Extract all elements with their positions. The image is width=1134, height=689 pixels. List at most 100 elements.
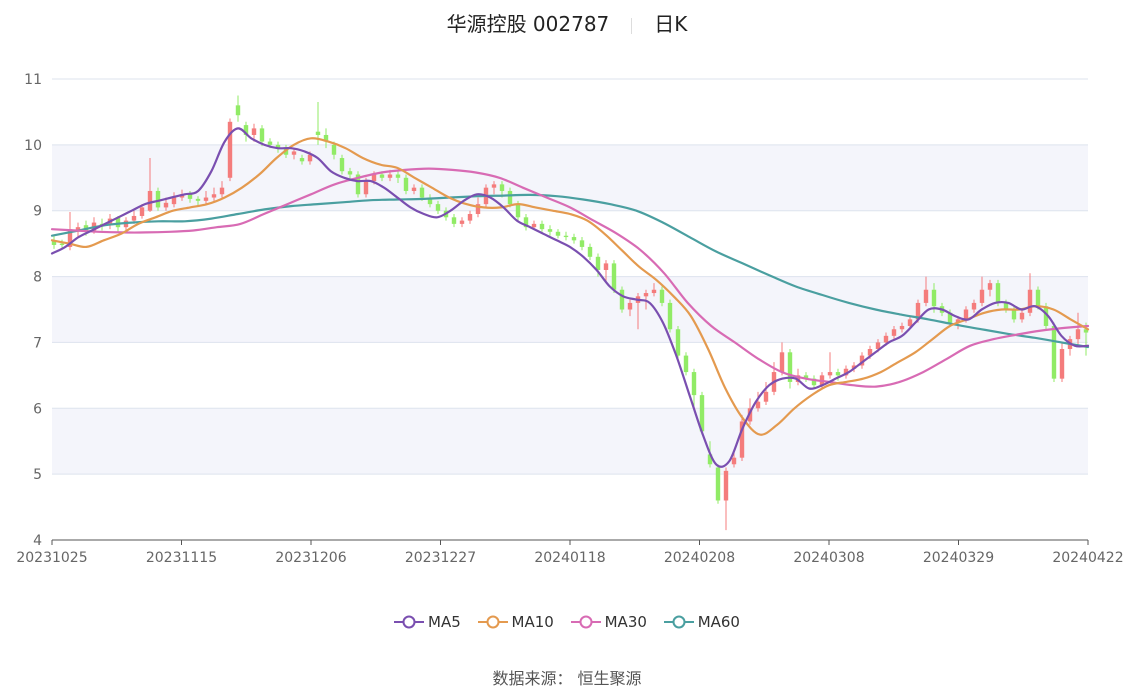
- y-tick-label: 6: [33, 401, 42, 417]
- ma60-legend-icon: [663, 615, 694, 629]
- candle-body: [147, 190, 153, 211]
- candle-body: [683, 355, 689, 373]
- x-tick-label: 20231206: [275, 550, 346, 566]
- candle-body: [779, 352, 785, 373]
- candle-body: [1027, 289, 1033, 313]
- candle-body: [139, 207, 145, 216]
- x-tick-label: 20231115: [146, 550, 217, 566]
- candle-body: [219, 187, 225, 195]
- candle-body: [627, 302, 633, 310]
- candle-body: [515, 204, 521, 218]
- candle-body: [419, 187, 425, 198]
- x-tick-label: 20231025: [16, 550, 87, 566]
- candle-body: [1051, 325, 1057, 379]
- candle-body: [307, 154, 313, 162]
- y-tick-label: 11: [24, 72, 42, 88]
- y-tick-label: 5: [33, 467, 42, 483]
- y-tick-label: 8: [33, 270, 42, 286]
- candle-body: [619, 289, 625, 310]
- y-tick-label: 7: [33, 335, 42, 351]
- candle-body: [931, 289, 937, 307]
- legend: MA5 MA10 MA30 MA60: [0, 613, 1134, 633]
- candle-body: [363, 181, 369, 195]
- candle-body: [923, 289, 929, 303]
- candle-body: [339, 158, 345, 172]
- legend-item-ma10[interactable]: MA10: [477, 613, 554, 631]
- x-tick-label: 20231227: [405, 550, 476, 566]
- candle-body: [131, 215, 137, 221]
- candle-body: [1059, 349, 1065, 379]
- candle-body: [1011, 309, 1017, 320]
- legend-label-ma10: MA10: [511, 613, 554, 631]
- candle-body: [203, 197, 209, 201]
- candle-body: [499, 184, 505, 191]
- candle-body: [827, 372, 833, 376]
- candle-body: [651, 289, 657, 294]
- candle-body: [899, 325, 905, 330]
- candle-body: [643, 293, 649, 297]
- x-axis: 20231025 20231115 20231206 20231227 20240118…: [16, 539, 1124, 566]
- candle-body: [315, 131, 321, 135]
- candle-body: [435, 204, 441, 211]
- legend-label-ma30: MA30: [604, 613, 647, 631]
- ma10-legend-icon: [477, 615, 508, 629]
- band: [52, 408, 1088, 475]
- legend-item-ma5[interactable]: MA5: [394, 613, 461, 631]
- candle-body: [979, 289, 985, 303]
- candle-body: [531, 223, 537, 228]
- candle-body: [723, 470, 729, 501]
- legend-label-ma60: MA60: [697, 613, 740, 631]
- x-tick-label: 20240329: [923, 550, 994, 566]
- legend-label-ma5: MA5: [428, 613, 461, 631]
- candle-body: [59, 243, 65, 245]
- candle-body: [563, 235, 569, 238]
- candle-body: [155, 190, 161, 208]
- x-tick-label: 20240208: [664, 550, 735, 566]
- candle-body: [467, 214, 473, 221]
- y-tick-label: 9: [33, 204, 42, 220]
- data-source: 数据来源： 恒生聚源: [492, 669, 642, 688]
- candle-body: [835, 372, 841, 376]
- candle-body: [667, 302, 673, 330]
- candle-body: [171, 197, 177, 205]
- x-tick-label: 20240308: [793, 550, 864, 566]
- candle-body: [675, 329, 681, 356]
- candle-body: [1019, 312, 1025, 320]
- kline-chart: 4 5 6 7 8 9 10 11 20231025 20231115 20231206 20231…: [16, 72, 1124, 566]
- candle-body: [211, 194, 217, 198]
- candle-body: [907, 319, 913, 326]
- candle-body: [347, 171, 353, 175]
- y-tick-label: 4: [33, 533, 42, 549]
- candle-body: [371, 174, 377, 182]
- candle-body: [387, 174, 393, 178]
- candle-body: [715, 467, 721, 501]
- candle-body: [1035, 289, 1041, 307]
- y-tick-label: 10: [24, 138, 42, 154]
- ma30-legend-icon: [570, 615, 601, 629]
- candle-body: [259, 128, 265, 142]
- y-axis: 4 5 6 7 8 9 10 11: [24, 72, 42, 549]
- candle-body: [227, 121, 233, 178]
- candle-body: [403, 177, 409, 191]
- candle-body: [395, 174, 401, 178]
- legend-item-ma60[interactable]: MA60: [663, 613, 740, 631]
- candle-body: [291, 151, 297, 155]
- candle-body: [539, 223, 545, 230]
- candle-body: [547, 229, 553, 232]
- x-tick-label: 20240422: [1052, 550, 1123, 566]
- candle-body: [891, 329, 897, 336]
- candle-body: [963, 309, 969, 320]
- candle-body: [603, 263, 609, 270]
- legend-item-ma30[interactable]: MA30: [570, 613, 647, 631]
- candle-body: [659, 289, 665, 303]
- candle-body: [691, 372, 697, 396]
- ma5-legend-icon: [394, 615, 424, 629]
- candle-body: [611, 263, 617, 290]
- candle-body: [507, 190, 513, 205]
- candle-body: [459, 220, 465, 224]
- candle-body: [331, 144, 337, 155]
- candle-body: [235, 105, 241, 116]
- candle-body: [883, 335, 889, 343]
- candle-body: [595, 256, 601, 270]
- candle-body: [451, 217, 457, 224]
